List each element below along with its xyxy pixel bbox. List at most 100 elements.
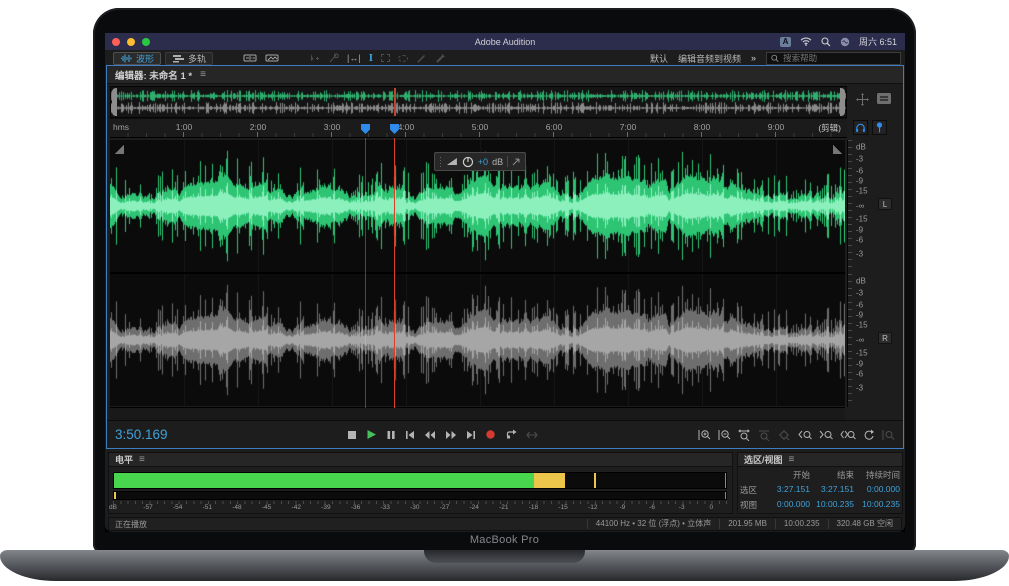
razor-tool-icon[interactable]: [328, 53, 339, 64]
marquee-selection-tool-icon[interactable]: [381, 54, 390, 62]
db-scale-label: -9: [856, 225, 863, 234]
record-button[interactable]: [485, 429, 496, 440]
time-selection-tool-icon[interactable]: I: [369, 52, 373, 64]
waveform-right-channel[interactable]: [110, 274, 845, 406]
level-meter-top[interactable]: [113, 472, 727, 489]
show-editor-button[interactable]: [243, 53, 257, 63]
playback-cursor[interactable]: [394, 138, 395, 408]
overview-right-handle[interactable]: [840, 88, 845, 116]
monitor-headphones-button[interactable]: [853, 120, 868, 135]
left-channel-button[interactable]: L: [878, 198, 892, 210]
zoom-in-button[interactable]: [698, 429, 711, 441]
hud-grip-icon[interactable]: [439, 156, 442, 167]
db-scale-left: L dB-3-6-9-15-∞-15-9-6-3: [848, 140, 903, 273]
loop-playback-button[interactable]: [505, 429, 517, 440]
meter-scale-label: -48: [226, 504, 248, 511]
time-ruler[interactable]: hms (剪辑) 1:002:003:004:005:006:007:008:0…: [110, 118, 847, 138]
skip-selection-button[interactable]: [526, 430, 538, 440]
zoom-full-button[interactable]: [882, 429, 895, 441]
overview-navigate-icon[interactable]: [856, 93, 869, 106]
siri-icon[interactable]: [840, 37, 850, 47]
selection-end-value[interactable]: 3:27.151: [810, 484, 854, 496]
panel-menu-icon[interactable]: ≡: [789, 454, 795, 465]
menubar-clock[interactable]: 周六 6:51: [859, 35, 897, 48]
view-end-value[interactable]: 10:00.235: [810, 499, 854, 511]
zoom-reset-button[interactable]: [778, 429, 791, 441]
db-scale-label: -9: [856, 310, 863, 319]
view-start-value[interactable]: 0:00.000: [766, 499, 810, 511]
gain-hud[interactable]: +0 dB: [434, 152, 526, 171]
view-duration-value[interactable]: 10:00.235: [854, 499, 900, 511]
gain-knob-icon[interactable]: [462, 156, 474, 168]
pause-button[interactable]: [386, 430, 396, 440]
fast-forward-button[interactable]: [445, 430, 457, 440]
workspace-default-button[interactable]: 默认: [650, 52, 668, 65]
zoom-to-in-point-button[interactable]: [798, 429, 812, 441]
ruler-label: 2:00: [243, 122, 273, 132]
skip-to-start-button[interactable]: [405, 430, 415, 440]
zoom-to-selection-button[interactable]: [840, 429, 856, 441]
levels-panel-header[interactable]: 电平 ≡: [109, 453, 732, 467]
hud-gain-value[interactable]: +0: [478, 157, 488, 167]
workspace-video-button[interactable]: 编辑音频到视频: [678, 52, 741, 65]
waveform-view-button[interactable]: 波形: [113, 52, 161, 65]
editor-panel-header[interactable]: 编辑器: 未命名 1 * ≡: [107, 66, 903, 84]
macbook-brand-label: MacBook Pro: [93, 534, 916, 550]
show-video-panel-button[interactable]: [265, 53, 279, 63]
reset-zoom-button[interactable]: [863, 429, 875, 441]
spot-healing-tool-icon[interactable]: [435, 53, 446, 64]
zoom-amplitude-in-button[interactable]: [738, 429, 751, 441]
waveform-icon: [120, 54, 133, 63]
zoom-out-button[interactable]: [718, 429, 731, 441]
channel-corner-grip-icon[interactable]: [115, 145, 124, 154]
meter-fill-green: [114, 473, 534, 488]
wifi-icon[interactable]: [800, 37, 812, 46]
playhead-time-display[interactable]: 3:50.169: [115, 427, 168, 442]
meter-fill-min: [114, 492, 116, 499]
workspace-overflow-chevron[interactable]: »: [751, 53, 756, 63]
level-meter-bottom[interactable]: [113, 491, 727, 500]
column-duration: 持续时间: [854, 469, 900, 481]
input-source-icon[interactable]: A: [780, 37, 791, 47]
slip-tool-icon[interactable]: |↔|: [347, 53, 361, 63]
play-button[interactable]: [366, 429, 377, 440]
meter-scale-label: -39: [315, 504, 337, 511]
main-toolbar: 波形 多轨 |↔| I: [105, 50, 905, 66]
lasso-selection-tool-icon[interactable]: [398, 55, 408, 62]
panel-menu-icon[interactable]: ≡: [139, 454, 145, 465]
overview-left-handle[interactable]: [112, 88, 117, 116]
selection-start-value[interactable]: 3:27.151: [766, 484, 810, 496]
rewind-button[interactable]: [424, 430, 436, 440]
skip-to-end-button[interactable]: [466, 430, 476, 440]
selection-duration-value[interactable]: 0:00.000: [854, 484, 900, 496]
help-search-input[interactable]: [783, 53, 896, 63]
move-tool-icon[interactable]: [309, 53, 320, 64]
paintbrush-tool-icon[interactable]: [416, 53, 427, 64]
zoom-amplitude-out-button[interactable]: [758, 429, 771, 441]
playback-state-label: 正在播放: [109, 519, 587, 530]
db-scale-label: -∞: [856, 335, 864, 344]
horizontal-scroll-strip[interactable]: [110, 407, 845, 420]
ruler-label: 3:00: [317, 122, 347, 132]
selection-view-header[interactable]: 选区/视图 ≡: [738, 453, 902, 467]
ruler-unit-label[interactable]: hms: [113, 122, 129, 132]
zoom-to-out-point-button[interactable]: [819, 429, 833, 441]
overview-menu-icon[interactable]: [877, 93, 891, 104]
spotlight-search-icon[interactable]: [821, 37, 831, 47]
db-scale-label: -6: [856, 236, 863, 245]
db-scale-label: -3: [856, 383, 863, 392]
overview-strip[interactable]: [110, 86, 847, 118]
right-channel-button[interactable]: R: [878, 332, 892, 344]
overview-canvas[interactable]: [111, 87, 846, 117]
hud-detach-arrow-icon[interactable]: [512, 157, 521, 166]
panel-menu-icon[interactable]: ≡: [200, 69, 206, 80]
channel-corner-grip-icon[interactable]: [833, 145, 842, 154]
hud-gain-unit: dB: [492, 157, 503, 167]
stop-button[interactable]: [347, 430, 357, 440]
db-scale-label: -6: [856, 300, 863, 309]
help-search-box[interactable]: [766, 52, 901, 65]
row-label-view: 视图: [740, 499, 766, 511]
current-time-indicator[interactable]: [365, 138, 366, 408]
multitrack-view-button[interactable]: 多轨: [165, 52, 213, 65]
pin-playhead-button[interactable]: [872, 120, 887, 135]
